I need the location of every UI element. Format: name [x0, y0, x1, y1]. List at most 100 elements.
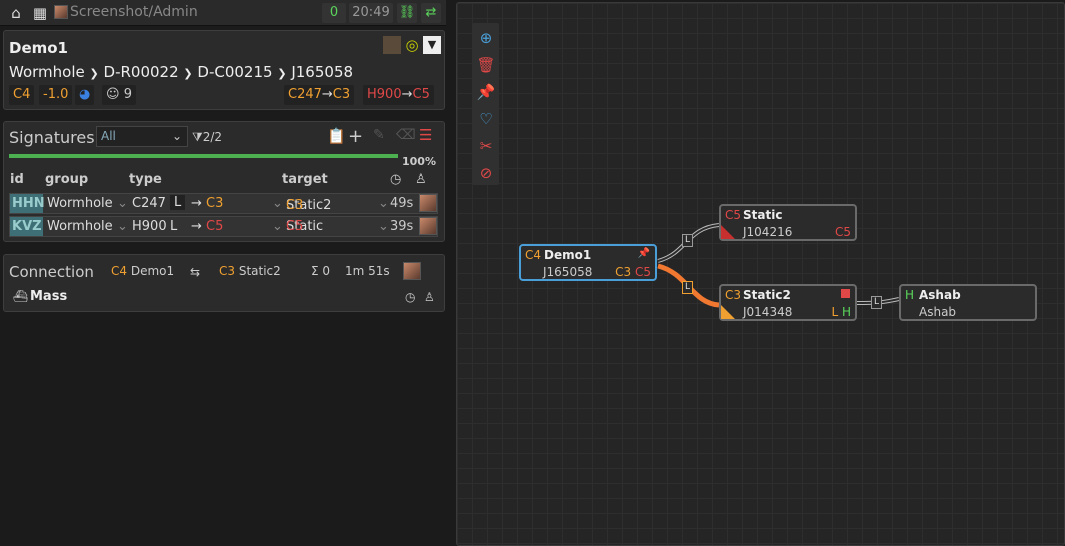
map-node-demo1[interactable]: C4 Demo1 📌 J165058 C3 C5 [519, 244, 657, 281]
node-id: Ashab [919, 305, 957, 319]
target-icon[interactable]: ◎ [403, 36, 421, 54]
breadcrumb-item[interactable]: D-C00215 [197, 63, 272, 81]
link-icon[interactable]: ⛓ [397, 3, 417, 23]
from-name: Demo1 [130, 264, 175, 278]
connection-to[interactable]: C3 Static2 [219, 264, 281, 278]
system-class-badge: C4 [9, 85, 35, 105]
table-row[interactable]: KVZ Wormhole ⌄ H900 L → C5 ⌄ Static C5 ⌄ 3… [9, 216, 438, 237]
clock-icon: ◷ [390, 172, 402, 187]
node-statics: C3 C5 [615, 265, 651, 279]
avatar[interactable] [54, 5, 68, 19]
node-class: C3 [725, 288, 742, 302]
filter-icon: ⧩ [192, 130, 203, 144]
chevron-right-icon: ❯ [183, 67, 193, 80]
edit-icon[interactable]: ✎ [373, 127, 385, 143]
class-corner-marker [721, 225, 735, 239]
col-id[interactable]: id [10, 172, 24, 187]
mass-sum: Σ 0 [311, 264, 331, 278]
node-name: Static [743, 208, 783, 222]
chevron-right-icon: ❯ [89, 67, 99, 80]
map-node-static2[interactable]: C3 Static2 J014348 L H [719, 284, 857, 321]
progress-label: 100% [402, 155, 436, 168]
map-canvas[interactable]: ⊕ 🗑 📌 ♡ ✂ ⊘ L L L C4 Demo1 📌 J165058 C3 … [456, 2, 1065, 546]
static-target: C5 [412, 87, 430, 102]
clear-list-icon[interactable]: ☰ [419, 126, 432, 144]
sig-group[interactable]: Wormhole [47, 219, 113, 234]
sig-type[interactable]: C247 [132, 196, 166, 211]
add-signature-button[interactable]: + [348, 126, 363, 147]
signature-filter-select[interactable]: All ⌄ [96, 126, 188, 147]
region-icon[interactable] [383, 36, 401, 54]
map-node-ashab[interactable]: H Ashab Ashab [899, 284, 1037, 321]
connection-panel: Connection C4 Demo1 ⇆ C3 Static2 Σ 0 1m … [3, 254, 445, 312]
static-class: H [841, 305, 851, 319]
avatar [419, 217, 437, 235]
connection-age: 1m 51s [345, 264, 390, 278]
online-count-badge: 0 [322, 3, 346, 23]
top-bar: ⌂ ▦ Screenshot/Admin 0 20:49 ⛓ ⇄ [0, 0, 446, 26]
user-icon: ♙ [415, 172, 427, 187]
sig-id[interactable]: HHN [10, 194, 45, 213]
chevron-down-icon: ⌄ [378, 196, 389, 211]
node-name: Static2 [743, 288, 791, 302]
dropdown-icon[interactable]: ▼ [423, 36, 441, 54]
static-class: C3 [615, 265, 632, 279]
static-class: L [831, 305, 839, 319]
link-life-label[interactable]: L [682, 234, 693, 247]
eve-time: 20:49 [349, 3, 393, 23]
filter-count: ⧩2/2 [192, 130, 222, 145]
link-life-label[interactable]: L [682, 281, 693, 294]
system-panel: Demo1 ◎ ▼ Wormhole ❯ D-R00022 ❯ D-C00215… [3, 30, 445, 110]
effect-icon: ◕ [75, 85, 95, 105]
signatures-panel: Signatures All ⌄ ⧩2/2 📋 + ✎ ⌫ ☰ 100% id g… [3, 121, 445, 242]
sig-dest-class: C5 [206, 219, 224, 234]
home-icon[interactable]: ⌂ [6, 3, 26, 23]
node-statics: L H [831, 305, 851, 319]
col-group[interactable]: group [45, 172, 88, 187]
life-badge: L [170, 219, 178, 234]
layout-icon[interactable]: ▦ [30, 3, 50, 23]
arrow-right-icon: → [191, 219, 202, 234]
chevron-down-icon: ⌄ [378, 219, 389, 234]
avatar [419, 194, 437, 212]
sig-group[interactable]: Wormhole [47, 196, 113, 211]
breadcrumb-item[interactable]: D-R00022 [104, 63, 179, 81]
connection-from[interactable]: C4 Demo1 [111, 264, 174, 278]
sync-icon[interactable]: ⇄ [421, 3, 441, 23]
ship-icon: ⛴ [13, 289, 29, 303]
life-badge: L [170, 195, 186, 210]
node-id: J104216 [743, 225, 793, 239]
node-class: C5 [725, 208, 742, 222]
node-id: J014348 [743, 305, 793, 319]
chevron-down-icon: ⌄ [272, 219, 283, 234]
mass-label: Mass [30, 289, 68, 304]
node-class: C4 [525, 248, 542, 262]
breadcrumb-item[interactable]: J165058 [291, 63, 353, 81]
sig-dest-class: C3 [206, 196, 224, 211]
to-name: Static2 [238, 264, 281, 278]
link-life-label[interactable]: L [871, 296, 882, 309]
user-icon: ♙ [424, 290, 435, 304]
table-row[interactable]: HHN Wormhole ⌄ C247 L → C3 ⌄ Static2 C3 ⌄ … [9, 193, 438, 214]
target-class: C3 [286, 198, 304, 213]
sig-type[interactable]: H900 [132, 219, 167, 234]
map-node-static[interactable]: C5 Static J104216 C5 [719, 204, 857, 241]
static-code: C247 [288, 87, 322, 102]
eraser-icon[interactable]: ⌫ [396, 127, 416, 143]
col-type[interactable]: type [129, 172, 162, 187]
sig-id[interactable]: KVZ [10, 217, 43, 236]
breadcrumb-item[interactable]: Wormhole [9, 63, 85, 81]
static-target: C3 [332, 87, 351, 102]
node-class: H [905, 288, 915, 302]
static-class: C5 [634, 265, 651, 279]
col-target[interactable]: target [282, 172, 328, 187]
count-value: 2/2 [202, 130, 223, 144]
pilots-icon: ☺ [106, 87, 120, 102]
pilots-badge: ☺ 9 [102, 85, 136, 105]
clipboard-icon[interactable]: 📋 [327, 127, 346, 145]
breadcrumb: Wormhole ❯ D-R00022 ❯ D-C00215 ❯ J165058 [9, 63, 353, 81]
swap-icon: ⇆ [190, 265, 201, 279]
security-badge: -1.0 [39, 85, 73, 105]
chevron-down-icon: ⌄ [117, 196, 128, 211]
chevron-right-icon: ❯ [277, 67, 287, 80]
